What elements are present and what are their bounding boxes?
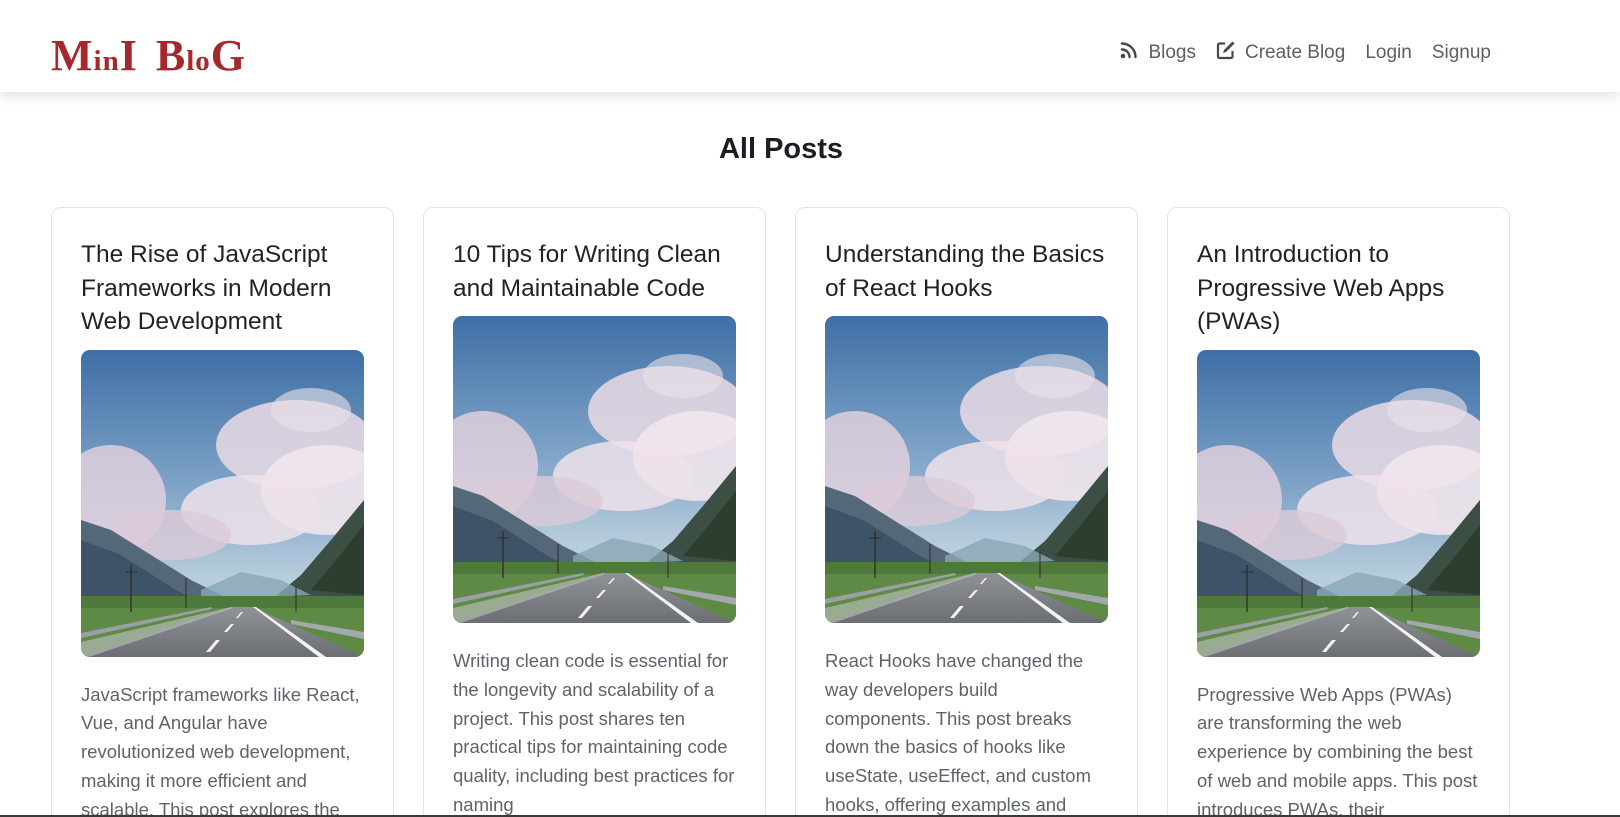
logo-letter: I	[119, 31, 138, 80]
nav-create-blog-label: Create Blog	[1244, 42, 1346, 63]
nav-links: Blogs Create Blog Login Signup	[1119, 40, 1491, 66]
page-title: All Posts	[718, 133, 844, 165]
navbar: MinI BloG Blogs Create Blog Login Signup	[0, 0, 1620, 92]
post-title[interactable]: An Introduction to Progressive Web Apps …	[1197, 238, 1480, 339]
post-excerpt: Writing clean code is essential for the …	[453, 650, 735, 815]
post-title[interactable]: 10 Tips for Writing Clean and Maintainab…	[453, 238, 736, 305]
logo-letter: in	[93, 45, 120, 77]
post-excerpt: Progressive Web Apps (PWAs) are transfor…	[1197, 683, 1478, 817]
logo-letter: M	[51, 31, 94, 80]
post-cover-image	[1197, 349, 1480, 657]
logo-letter: G	[210, 31, 246, 80]
nav-blogs-link[interactable]: Blogs	[1119, 40, 1196, 66]
nav-login-link[interactable]: Login	[1365, 42, 1412, 64]
post-excerpt: JavaScript frameworks like React, Vue, a…	[81, 683, 360, 817]
nav-signup-link[interactable]: Signup	[1432, 42, 1491, 64]
edit-square-icon	[1216, 40, 1236, 66]
post-title[interactable]: The Rise of JavaScript Frameworks in Mod…	[81, 238, 364, 339]
nav-signup-label: Signup	[1431, 42, 1491, 63]
nav-create-blog-link[interactable]: Create Blog	[1216, 40, 1345, 66]
brand-logo[interactable]: MinI BloG	[51, 30, 246, 81]
logo-letter: B	[155, 31, 187, 80]
rss-feed-icon	[1119, 40, 1139, 66]
post-cover-image	[81, 349, 364, 657]
nav-blogs-label: Blogs	[1148, 42, 1196, 63]
post-card[interactable]: 10 Tips for Writing Clean and Maintainab…	[423, 207, 766, 817]
post-card[interactable]: Understanding the Basics of React Hooks …	[795, 207, 1138, 817]
post-cover-image	[825, 316, 1108, 623]
post-cover-image	[453, 316, 736, 623]
posts-grid: The Rise of JavaScript Frameworks in Mod…	[51, 207, 1510, 817]
post-excerpt: React Hooks have changed the way develop…	[825, 650, 1092, 815]
nav-login-label: Login	[1365, 42, 1412, 63]
post-title[interactable]: Understanding the Basics of React Hooks	[825, 238, 1108, 305]
post-card[interactable]: The Rise of JavaScript Frameworks in Mod…	[51, 207, 394, 817]
logo-letter: lo	[186, 45, 211, 77]
post-card[interactable]: An Introduction to Progressive Web Apps …	[1167, 207, 1510, 817]
